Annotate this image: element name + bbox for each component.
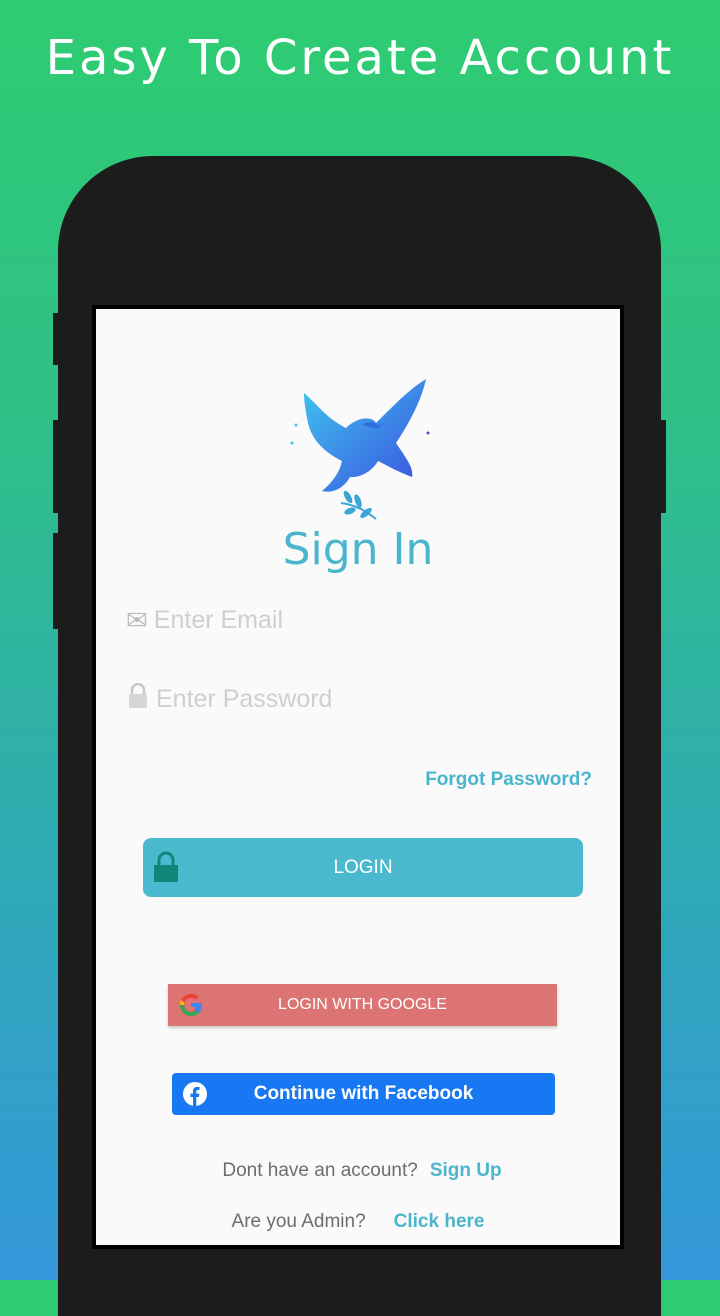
forgot-password-link[interactable]: Forgot Password? xyxy=(425,769,592,791)
password-placeholder: Enter Password xyxy=(156,685,333,713)
lock-icon xyxy=(126,682,150,716)
page-title: Sign In xyxy=(282,524,434,575)
facebook-label: Continue with Facebook xyxy=(253,1083,474,1104)
facebook-icon xyxy=(183,1082,207,1112)
admin-prompt: Are you Admin? Click here xyxy=(96,1211,620,1233)
admin-click-here-link[interactable]: Click here xyxy=(394,1211,485,1233)
phone-screen: Sign In ✉ Enter Email Enter Password For… xyxy=(92,305,624,1249)
envelope-icon: ✉ xyxy=(126,605,148,635)
login-button[interactable]: LOGIN xyxy=(143,838,583,897)
signin-screen: Sign In ✉ Enter Email Enter Password For… xyxy=(96,309,620,1245)
google-label: LOGIN WITH GOOGLE xyxy=(278,996,447,1013)
email-placeholder: Enter Email xyxy=(153,606,284,634)
email-field[interactable]: ✉ Enter Email xyxy=(126,605,283,636)
dove-logo xyxy=(290,379,430,520)
admin-text: Are you Admin? xyxy=(231,1211,366,1232)
login-label: LOGIN xyxy=(333,856,393,878)
sign-up-link[interactable]: Sign Up xyxy=(430,1160,502,1182)
login-with-google-button[interactable]: LOGIN WITH GOOGLE xyxy=(168,984,557,1026)
signup-prompt: Dont have an account? Sign Up xyxy=(96,1160,620,1182)
lock-icon xyxy=(153,851,179,889)
google-icon xyxy=(178,992,204,1023)
headline: Easy To Create Account xyxy=(45,30,675,86)
password-field[interactable]: Enter Password xyxy=(126,682,333,716)
no-account-text: Dont have an account? xyxy=(222,1160,418,1181)
continue-with-facebook-button[interactable]: Continue with Facebook xyxy=(172,1073,555,1115)
